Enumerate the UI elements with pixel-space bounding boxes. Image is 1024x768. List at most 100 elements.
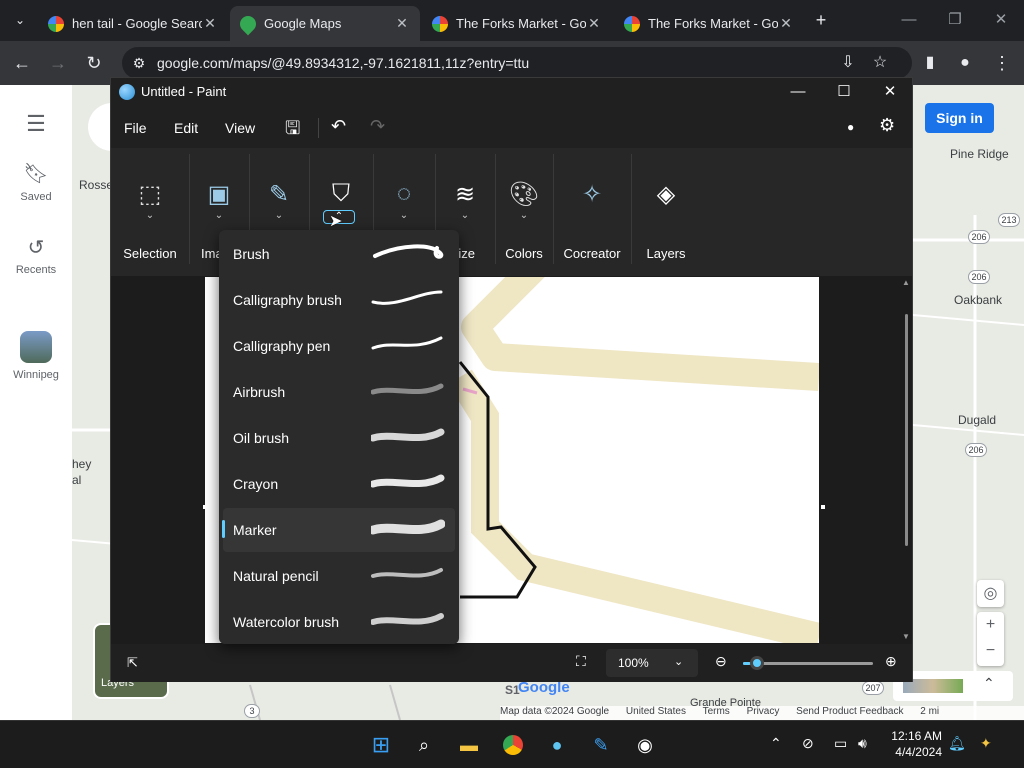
vertical-scrollbar[interactable]: ▲ ▼: [901, 276, 912, 644]
file-explorer-icon[interactable]: ▬: [454, 730, 484, 760]
chevron-down-icon[interactable]: ⌄: [435, 210, 495, 221]
brush-option-marker[interactable]: Marker: [222, 508, 455, 552]
steam-icon[interactable]: ◉: [630, 730, 660, 760]
terms-link[interactable]: Terms: [703, 706, 730, 717]
map-zoom-out-icon[interactable]: −: [977, 638, 1004, 664]
canvas-resize-handle[interactable]: [203, 505, 207, 509]
close-tab-icon[interactable]: ✕: [778, 15, 794, 32]
paint-minimize-icon[interactable]: —: [783, 80, 813, 104]
scrollbar-thumb[interactable]: [905, 314, 908, 546]
save-icon[interactable]: 🖫︎: [285, 116, 300, 146]
close-tab-icon[interactable]: ✕: [586, 15, 602, 32]
brush-option-calligraphy-pen[interactable]: Calligraphy pen: [223, 324, 455, 368]
back-icon[interactable]: ←: [10, 51, 34, 75]
profile-icon[interactable]: ●: [953, 51, 977, 75]
account-icon[interactable]: ●: [847, 120, 854, 134]
site-info-icon[interactable]: ⚙: [127, 51, 151, 75]
line-size-icon: ≋: [454, 181, 476, 208]
feedback-link[interactable]: Send Product Feedback: [796, 706, 903, 717]
tab-hen-tail[interactable]: hen tail - Google Searc ✕: [38, 6, 228, 41]
sign-in-button[interactable]: Sign in: [925, 103, 994, 133]
copilot-icon[interactable]: ✦: [980, 735, 992, 752]
tab-forks-market-1[interactable]: The Forks Market - Go ✕: [422, 6, 612, 41]
map-zoom-in-icon[interactable]: +: [977, 612, 1004, 638]
tab-search-chevron-icon[interactable]: ⌄: [8, 8, 32, 32]
menu-icon[interactable]: ☰: [0, 111, 72, 137]
forward-icon[interactable]: →: [46, 51, 70, 75]
reload-icon[interactable]: ↻: [82, 51, 106, 75]
close-tab-icon[interactable]: ✕: [202, 15, 218, 32]
winnipeg-thumbnail[interactable]: [20, 331, 52, 363]
install-app-icon[interactable]: ⇩: [836, 51, 860, 75]
chevron-down-icon[interactable]: ⌄: [495, 210, 553, 221]
settings-gear-icon[interactable]: ⚙: [879, 115, 895, 136]
brush-option-natural-pencil[interactable]: Natural pencil: [223, 554, 455, 598]
paint-title-bar: Untitled - Paint — ☐ ✕: [111, 78, 912, 106]
scroll-up-icon[interactable]: ▲: [902, 278, 910, 287]
fit-to-window-icon[interactable]: ⛶: [576, 653, 586, 670]
tab-google-maps[interactable]: Google Maps ✕: [230, 6, 420, 41]
colors-tool[interactable]: 🎨︎ ⌄ Colors: [495, 148, 553, 276]
brush-stroke-preview-icon: [371, 568, 443, 578]
hidden-icons-chevron-icon[interactable]: ⌃: [770, 735, 782, 752]
redo-icon[interactable]: ↷: [370, 116, 385, 137]
chrome-menu-icon[interactable]: ⋮: [990, 51, 1014, 75]
history-icon[interactable]: ↺: [0, 235, 72, 260]
zoom-slider-thumb[interactable]: [750, 656, 764, 670]
brush-option-crayon[interactable]: Crayon: [223, 462, 455, 506]
clock[interactable]: 12:16 AM 4/4/2024: [886, 729, 942, 759]
paint-maximize-icon[interactable]: ☐: [829, 80, 859, 104]
chrome-icon[interactable]: [498, 730, 528, 760]
paint-taskbar-icon[interactable]: ●: [542, 730, 572, 760]
bookmark-star-icon[interactable]: ☆: [868, 51, 892, 75]
pen-app-icon[interactable]: ✎: [586, 730, 616, 760]
close-window-icon[interactable]: ✕: [986, 8, 1016, 32]
new-tab-icon[interactable]: +: [806, 8, 836, 32]
zoom-out-icon[interactable]: ⊖: [715, 653, 727, 670]
brush-option-airbrush[interactable]: Airbrush: [223, 370, 455, 414]
close-tab-icon[interactable]: ✕: [394, 15, 410, 32]
zoom-select[interactable]: 100% ⌄: [606, 649, 698, 677]
layers-tool[interactable]: ◈ Layers: [631, 148, 701, 276]
undo-icon[interactable]: ↶: [331, 116, 346, 137]
saved-label[interactable]: Saved: [0, 191, 72, 203]
selection-tool[interactable]: ⬚ ⌄ Selection: [111, 148, 189, 276]
chevron-down-icon[interactable]: ⌄: [249, 210, 309, 221]
country-link[interactable]: United States: [626, 706, 686, 717]
chevron-down-icon[interactable]: ⌄: [189, 210, 249, 221]
address-bar[interactable]: ⚙ google.com/maps/@49.8934312,-97.162181…: [122, 47, 912, 79]
brush-option-watercolor-brush[interactable]: Watercolor brush: [223, 600, 455, 644]
view-menu[interactable]: View: [225, 120, 255, 136]
network-off-icon[interactable]: ⊘: [802, 735, 814, 752]
zoom-in-icon[interactable]: ⊕: [885, 653, 897, 670]
chevron-down-icon[interactable]: ⌄: [111, 210, 189, 221]
brush-option-oil-brush[interactable]: Oil brush: [223, 416, 455, 460]
brush-option-calligraphy-brush[interactable]: Calligraphy brush: [223, 278, 455, 322]
file-menu[interactable]: File: [124, 120, 147, 136]
notification-bell-icon[interactable]: 🔔︎: [948, 735, 966, 752]
recents-label[interactable]: Recents: [0, 264, 72, 276]
minimize-window-icon[interactable]: —: [894, 8, 924, 32]
cocreator-tool[interactable]: ✧ Cocreator: [553, 148, 631, 276]
restore-window-icon[interactable]: ❐: [940, 8, 970, 32]
canvas-resize-handle[interactable]: [821, 505, 825, 509]
volume-icon[interactable]: 🔊︎: [858, 735, 867, 752]
start-windows-icon[interactable]: ⊞: [366, 730, 396, 760]
scroll-down-icon[interactable]: ▼: [902, 632, 910, 641]
paint-close-icon[interactable]: ✕: [875, 80, 905, 104]
tab-title: The Forks Market - Go: [648, 16, 778, 31]
edit-menu[interactable]: Edit: [174, 120, 198, 136]
side-panel-icon[interactable]: ▮: [918, 51, 942, 75]
tab-forks-market-2[interactable]: The Forks Market - Go ✕: [614, 6, 804, 41]
brush-option-brush[interactable]: Brush: [223, 232, 455, 276]
google-icon: [432, 15, 448, 32]
winnipeg-label[interactable]: Winnipeg: [0, 369, 72, 381]
expand-icon[interactable]: ⌃: [983, 675, 995, 692]
zoom-slider[interactable]: [743, 656, 873, 670]
display-icon[interactable]: ▭: [834, 735, 847, 752]
chevron-down-icon[interactable]: ⌄: [373, 210, 435, 221]
my-location-icon[interactable]: ◎: [977, 580, 1004, 607]
privacy-link[interactable]: Privacy: [747, 706, 780, 717]
search-icon[interactable]: ⌕: [409, 730, 439, 760]
bookmark-icon[interactable]: 🔖︎: [0, 161, 72, 186]
